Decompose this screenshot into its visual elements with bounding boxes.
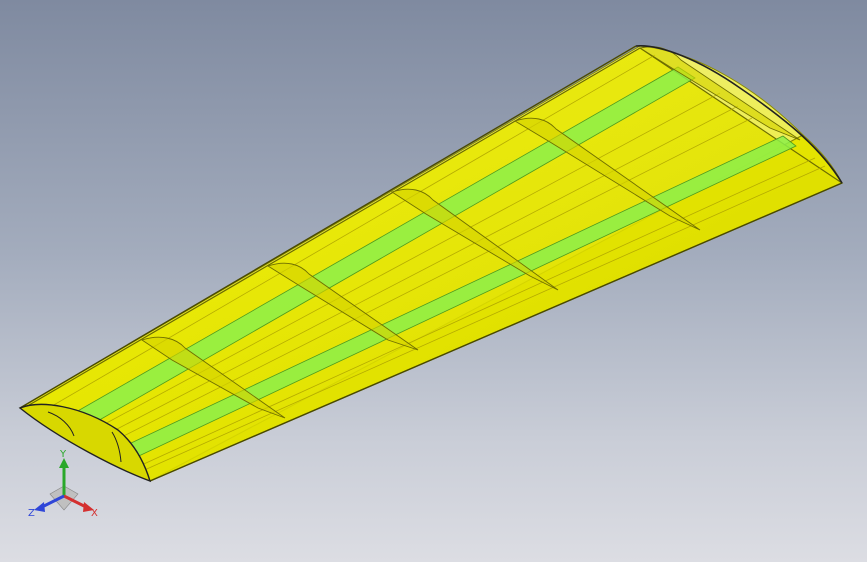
y-axis-label: Y [59, 449, 67, 460]
reference-triad[interactable]: Y X Z [24, 448, 104, 528]
wing-model[interactable] [0, 0, 867, 562]
graphics-viewport[interactable]: Y X Z [0, 0, 867, 562]
x-axis-label: X [91, 508, 98, 519]
z-axis-label: Z [28, 508, 35, 519]
